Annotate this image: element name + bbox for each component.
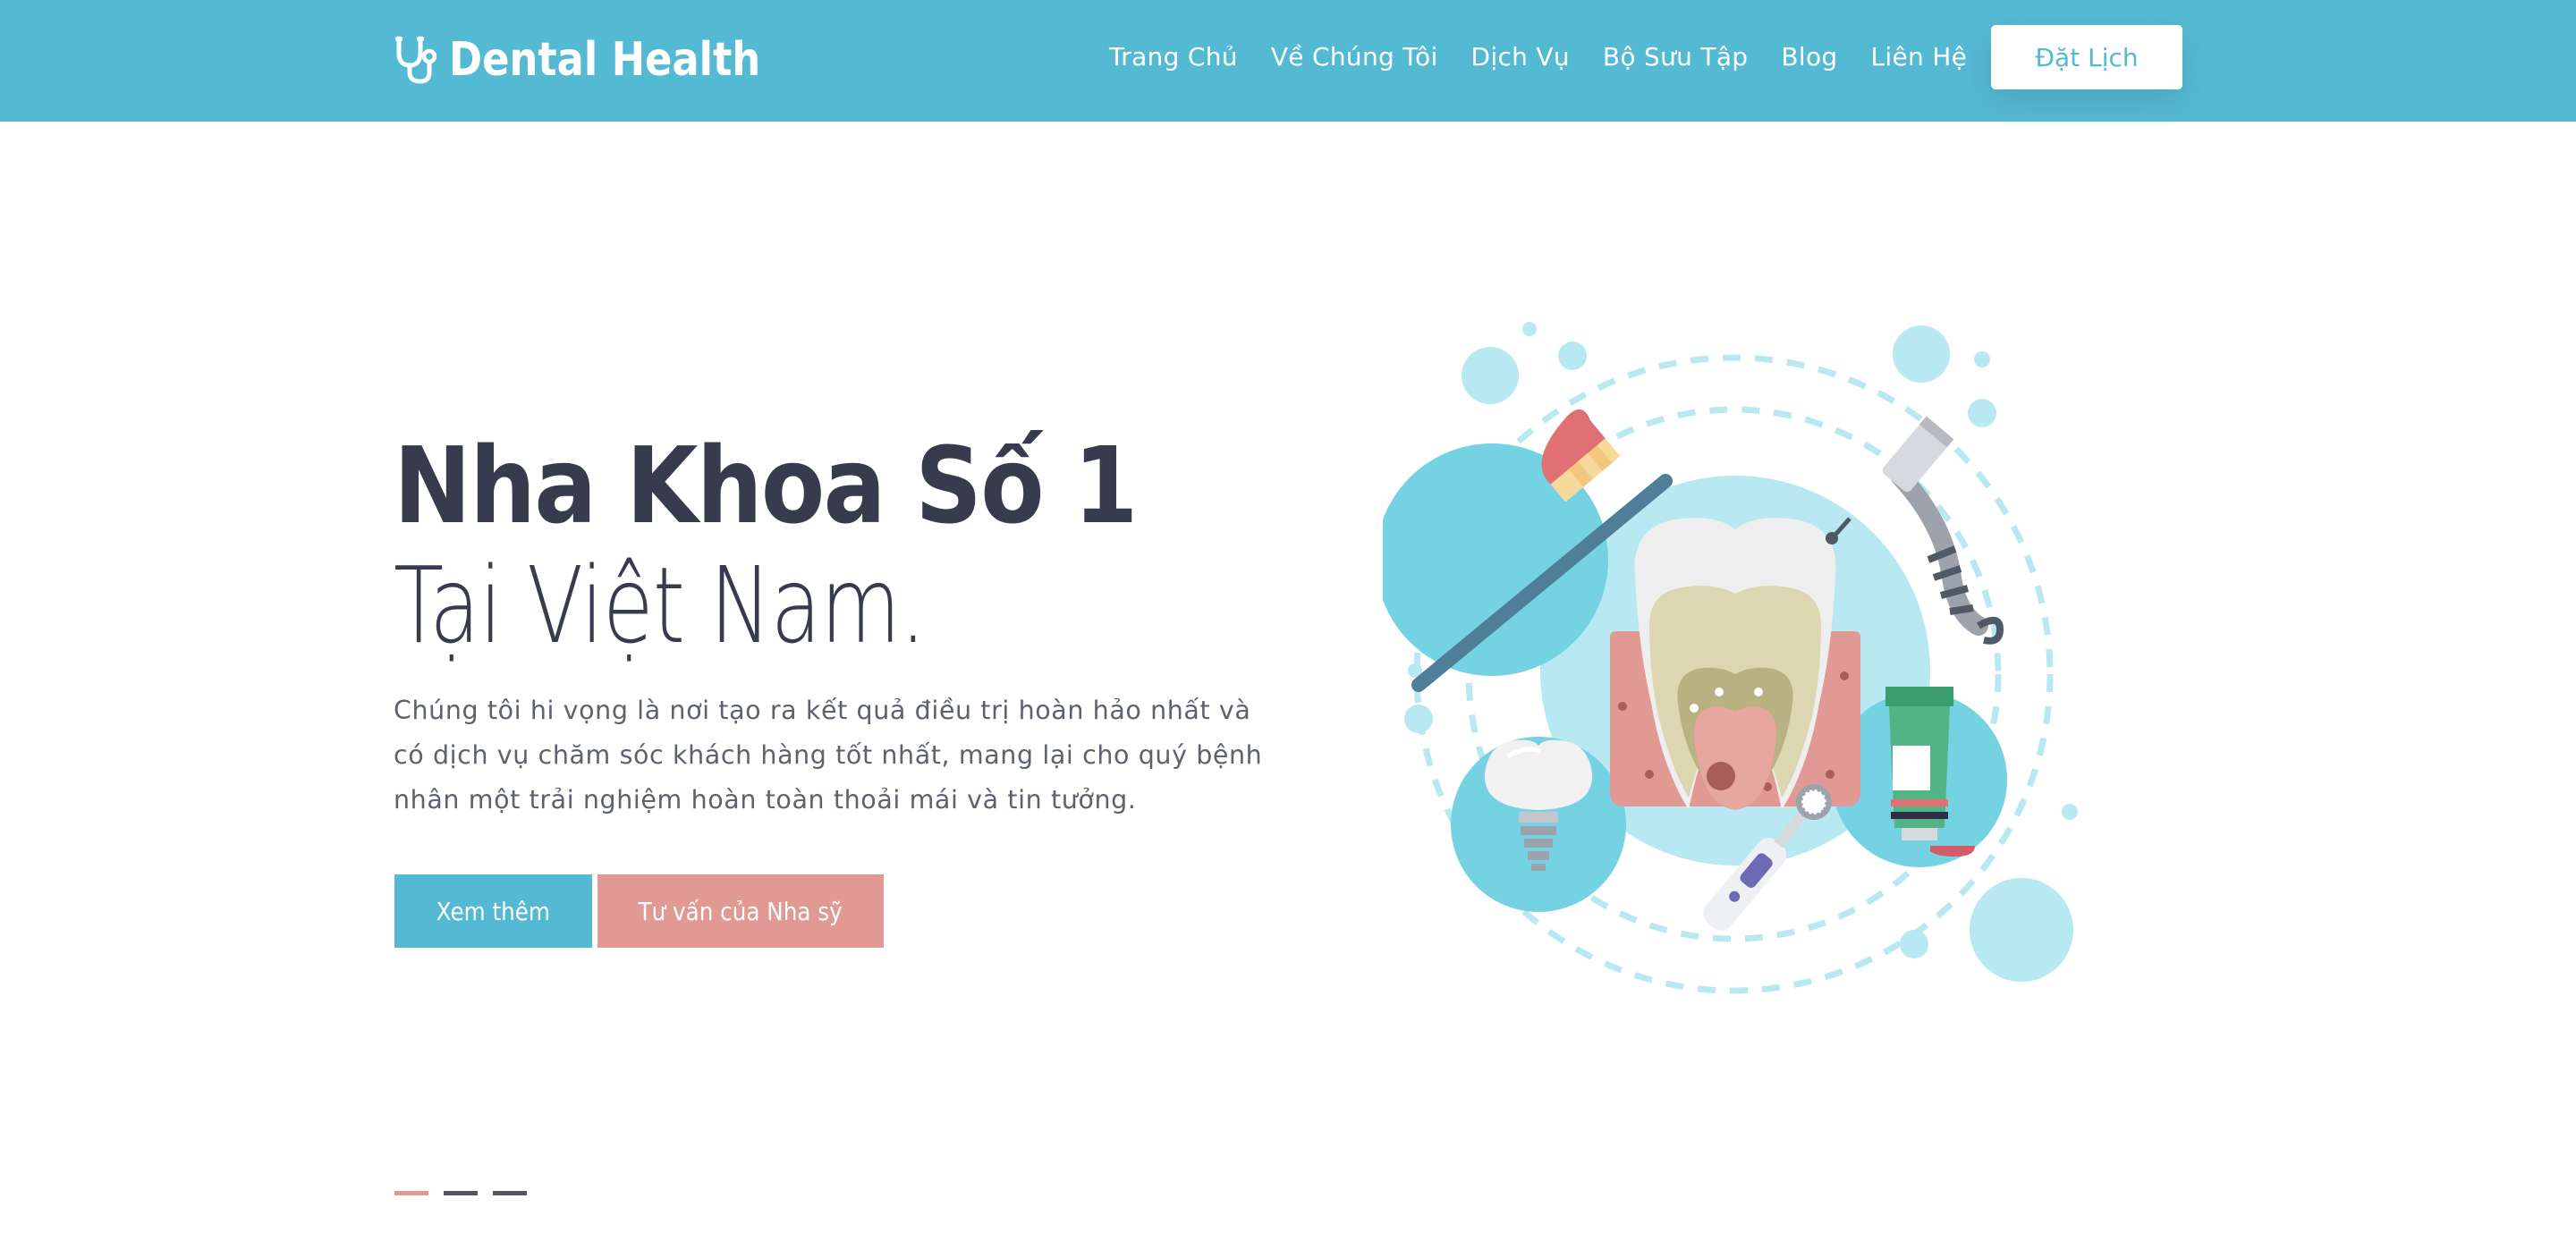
stethoscope-icon	[395, 36, 436, 84]
nav-link-gallery[interactable]: Bộ Sưu Tập	[1603, 45, 1748, 70]
dentist-consult-label: Tư vấn của Nha sỹ	[638, 896, 843, 926]
nav-link-blog[interactable]: Blog	[1781, 45, 1837, 70]
nav-link-contact[interactable]: Liên Hệ	[1870, 45, 1967, 70]
book-appointment-button[interactable]: Đặt Lịch	[1991, 25, 2182, 89]
slider-pagination	[394, 1191, 527, 1195]
dental-illustration	[1383, 322, 2078, 994]
hero-title: Nha Khoa Số 1	[394, 424, 1138, 547]
brand-logo[interactable]: Dental Health	[394, 30, 811, 89]
brand-name: Dental Health	[449, 33, 761, 87]
nav-link-services[interactable]: Dịch Vụ	[1471, 45, 1570, 70]
slide-dot[interactable]	[444, 1191, 478, 1195]
main-nav: Trang Chủ Về Chúng Tôi Dịch Vụ Bộ Sưu Tậ…	[1109, 0, 2000, 114]
learn-more-button[interactable]: Xem thêm	[394, 874, 592, 948]
nav-link-home[interactable]: Trang Chủ	[1109, 45, 1238, 70]
slide-dot[interactable]	[394, 1191, 428, 1195]
slide-dot[interactable]	[493, 1191, 527, 1195]
tooth-icon	[1610, 518, 1860, 810]
hero-description: Chúng tôi hi vọng là nơi tạo ra kết quả …	[394, 696, 1263, 815]
navbar: Dental Health Trang Chủ Về Chúng Tôi Dịc…	[0, 0, 2576, 122]
hero-subtitle: Tại Việt Nam.	[394, 544, 927, 667]
dentist-consult-button[interactable]: Tư vấn của Nha sỹ	[597, 874, 884, 948]
learn-more-label: Xem thêm	[436, 896, 551, 926]
nav-link-about[interactable]: Về Chúng Tôi	[1271, 45, 1438, 70]
